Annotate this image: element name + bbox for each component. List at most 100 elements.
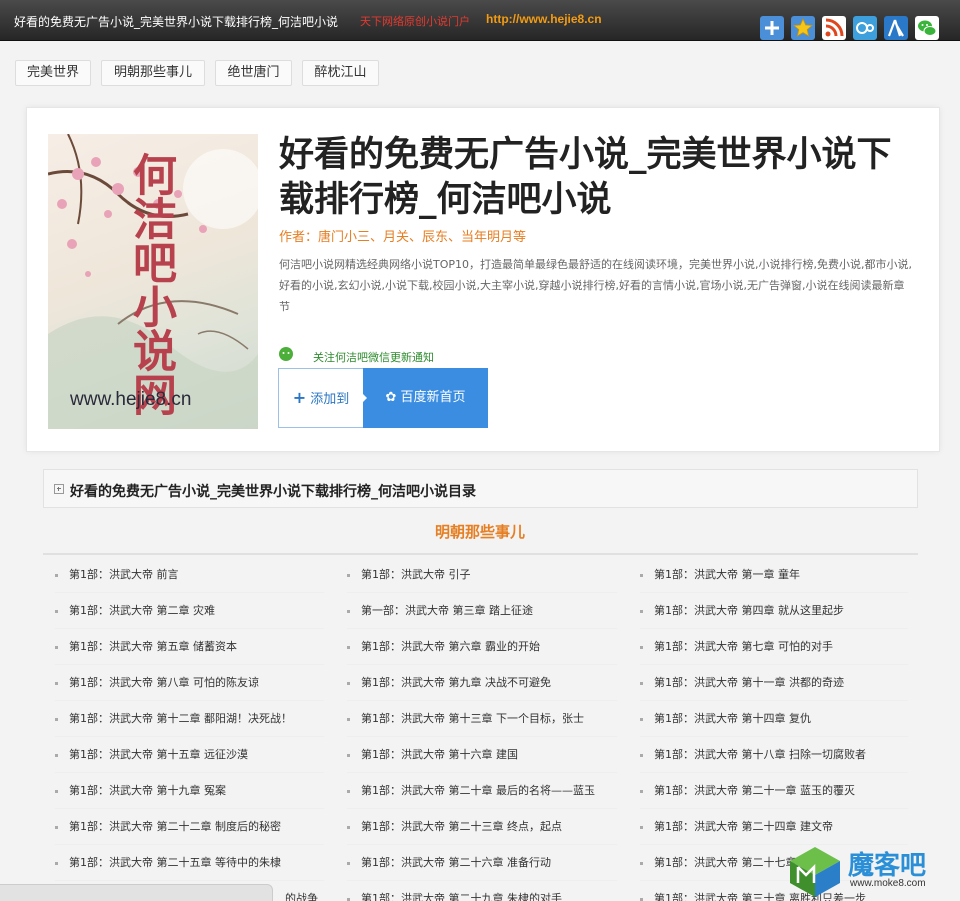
add-icon[interactable] <box>760 16 784 40</box>
bullet-icon <box>55 574 58 577</box>
bullet-icon <box>640 790 643 793</box>
button-arrow-divider <box>360 391 367 405</box>
top-bar: 好看的免费无广告小说_完美世界小说下载排行榜_何洁吧小说 天下网络原创小说门户 … <box>0 0 960 41</box>
chapter-link[interactable]: 第1部：洪武大帝 第十五章 远征沙漠 <box>55 737 324 773</box>
chapter-link[interactable]: 第1部：洪武大帝 第十一章 洪都的奇迹 <box>640 665 908 701</box>
chapter-link[interactable]: 第1部：洪武大帝 第六章 霸业的开始 <box>347 629 617 665</box>
bullet-icon <box>55 790 58 793</box>
chapter-title: 第1部：洪武大帝 第十六章 建国 <box>361 748 518 761</box>
chapter-link[interactable]: 第1部：洪武大帝 第八章 可怕的陈友谅 <box>55 665 324 701</box>
chapter-link[interactable]: 第1部：洪武大帝 第一章 童年 <box>640 557 908 593</box>
chapter-link[interactable]: 第1部：洪武大帝 第二十四章 建文帝 <box>640 809 908 845</box>
chapter-title: 第1部：洪武大帝 第一章 童年 <box>654 568 800 581</box>
bullet-icon <box>347 610 350 613</box>
cover-calligraphy: 何洁吧 小说网 <box>120 152 180 416</box>
bullet-icon <box>347 826 350 829</box>
watermark-text: 魔客吧 <box>848 851 927 881</box>
rss-icon[interactable] <box>822 16 846 40</box>
add-to-label: 添加到 <box>310 392 350 407</box>
bullet-icon <box>55 718 58 721</box>
chapter-title: 第1部：洪武大帝 第六章 霸业的开始 <box>361 640 540 653</box>
chapter-link[interactable]: 第1部：洪武大帝 第二十五章 等待中的朱棣 <box>55 845 324 881</box>
paw-icon: ✿ <box>385 390 397 405</box>
wechat-icon[interactable] <box>915 16 939 40</box>
directory-title: 好看的免费无广告小说_完美世界小说下载排行榜_何洁吧小说目录 <box>70 484 476 500</box>
chapter-link[interactable]: 第1部：洪武大帝 第十二章 鄱阳湖！决死战！ <box>55 701 324 737</box>
bullet-icon <box>640 754 643 757</box>
chapter-title: 第1部：洪武大帝 前言 <box>69 568 179 581</box>
volume-title[interactable]: 明朝那些事儿 <box>0 521 960 542</box>
site-url-link[interactable]: http://www.hejie8.cn <box>486 12 602 26</box>
chapter-link[interactable]: 第1部：洪武大帝 第二十章 最后的名将——蓝玉 <box>347 773 617 809</box>
qzone-icon[interactable] <box>853 16 877 40</box>
chapter-link[interactable]: 第1部：洪武大帝 第十三章 下一个目标，张士 <box>347 701 617 737</box>
renren-icon[interactable] <box>884 16 908 40</box>
chapter-title: 的战争 <box>285 892 318 901</box>
chapter-title: 第1部：洪武大帝 第七章 可怕的对手 <box>654 640 833 653</box>
wechat-notice-text: 关注何洁吧微信更新通知 <box>313 351 434 364</box>
site-title[interactable]: 好看的免费无广告小说_完美世界小说下载排行榜_何洁吧小说 <box>14 13 338 30</box>
chapter-link[interactable]: 第一部：洪武大帝 第三章 踏上征途 <box>347 593 617 629</box>
chapter-link[interactable]: 第1部：洪武大帝 第二十六章 准备行动 <box>347 845 617 881</box>
chapter-title: 第1部：洪武大帝 第二十七章 <box>654 856 797 869</box>
expand-icon[interactable] <box>54 484 64 494</box>
chapter-link[interactable]: 第1部：洪武大帝 第七章 可怕的对手 <box>640 629 908 665</box>
tag-zuizhen-jiangshan[interactable]: 醉枕江山 <box>302 60 379 86</box>
chapter-link[interactable]: 第1部：洪武大帝 引子 <box>347 557 617 593</box>
horizontal-scrollbar[interactable] <box>0 884 273 901</box>
chapter-link[interactable]: 第1部：洪武大帝 第二十一章 蓝玉的覆灭 <box>640 773 908 809</box>
book-title: 好看的免费无广告小说_完美世界小说下载排行榜_何洁吧小说 <box>279 134 892 220</box>
chapter-link[interactable]: 第1部：洪武大帝 第十四章 复仇 <box>640 701 908 737</box>
chapter-title: 第1部：洪武大帝 第十五章 远征沙漠 <box>69 748 248 761</box>
favorite-star-icon[interactable] <box>791 16 815 40</box>
chapter-link[interactable]: 第1部：洪武大帝 第九章 决战不可避免 <box>347 665 617 701</box>
plus-icon: + <box>292 388 307 407</box>
chapter-title: 第1部：洪武大帝 第二十二章 制度后的秘密 <box>69 820 281 833</box>
book-cover-image[interactable]: 何洁吧 小说网 www.hejie8.cn <box>48 134 258 429</box>
chapter-title: 第1部：洪武大帝 第十二章 鄱阳湖！决死战！ <box>69 712 292 725</box>
chapter-link[interactable]: 第1部：洪武大帝 前言 <box>55 557 324 593</box>
tag-jueshi-tangmen[interactable]: 绝世唐门 <box>215 60 292 86</box>
bullet-icon <box>640 862 643 865</box>
site-watermark: 魔客吧 www.moke8.com <box>786 843 960 901</box>
wechat-small-icon <box>279 347 293 361</box>
bullet-icon <box>55 826 58 829</box>
bullet-icon <box>347 754 350 757</box>
tag-wanmei-shijie[interactable]: 完美世界 <box>15 60 91 86</box>
chapter-title: 第1部：洪武大帝 引子 <box>361 568 471 581</box>
book-authors: 作者：唐门小三、月关、辰东、当年明月等 <box>279 230 527 245</box>
moke-logo-icon <box>790 847 840 897</box>
chapter-link[interactable]: 第1部：洪武大帝 第二十九章 朱棣的对手 <box>347 881 617 901</box>
book-description: 何洁吧小说网精选经典网络小说TOP10，打造最简单最绿色最舒适的在线阅读环境，完… <box>279 258 912 313</box>
chapter-link[interactable]: 第1部：洪武大帝 第十九章 冤案 <box>55 773 324 809</box>
chapter-title: 第1部：洪武大帝 第十八章 扫除一切腐败者 <box>654 748 866 761</box>
chapter-title: 第1部：洪武大帝 第二十三章 终点，起点 <box>361 820 562 833</box>
bullet-icon <box>347 790 350 793</box>
bullet-icon <box>347 718 350 721</box>
chapter-title: 第1部：洪武大帝 第二十五章 等待中的朱棣 <box>69 856 281 869</box>
chapter-link[interactable]: 第1部：洪武大帝 第四章 就从这里起步 <box>640 593 908 629</box>
baidu-homepage-button[interactable]: ✿ 百度新首页 <box>363 368 488 428</box>
volume-divider <box>43 553 918 555</box>
bullet-icon <box>640 718 643 721</box>
chapter-title: 第1部：洪武大帝 第八章 可怕的陈友谅 <box>69 676 259 689</box>
chapter-title: 第1部：洪武大帝 第二章 灾难 <box>69 604 215 617</box>
chapter-link[interactable]: 第1部：洪武大帝 第二章 灾难 <box>55 593 324 629</box>
chapter-link[interactable]: 第1部：洪武大帝 第十八章 扫除一切腐败者 <box>640 737 908 773</box>
tag-mingchao[interactable]: 明朝那些事儿 <box>101 60 205 86</box>
chapter-link[interactable]: 第1部：洪武大帝 第二十二章 制度后的秘密 <box>55 809 324 845</box>
chapter-title: 第1部：洪武大帝 第十九章 冤案 <box>69 784 226 797</box>
bullet-icon <box>55 754 58 757</box>
bullet-icon <box>55 610 58 613</box>
chapter-link[interactable]: 第1部：洪武大帝 第五章 储蓄资本 <box>55 629 324 665</box>
bullet-icon <box>347 646 350 649</box>
bullet-icon <box>347 682 350 685</box>
add-to-button[interactable]: + 添加到 <box>278 368 364 428</box>
bullet-icon <box>55 862 58 865</box>
site-slogan: 天下网络原创小说门户 <box>360 15 470 28</box>
chapter-link[interactable]: 第1部：洪武大帝 第二十三章 终点，起点 <box>347 809 617 845</box>
chapter-title: 第1部：洪武大帝 第五章 储蓄资本 <box>69 640 237 653</box>
chapter-link[interactable]: 第1部：洪武大帝 第十六章 建国 <box>347 737 617 773</box>
chapter-title: 第一部：洪武大帝 第三章 踏上征途 <box>361 604 533 617</box>
bullet-icon <box>640 826 643 829</box>
